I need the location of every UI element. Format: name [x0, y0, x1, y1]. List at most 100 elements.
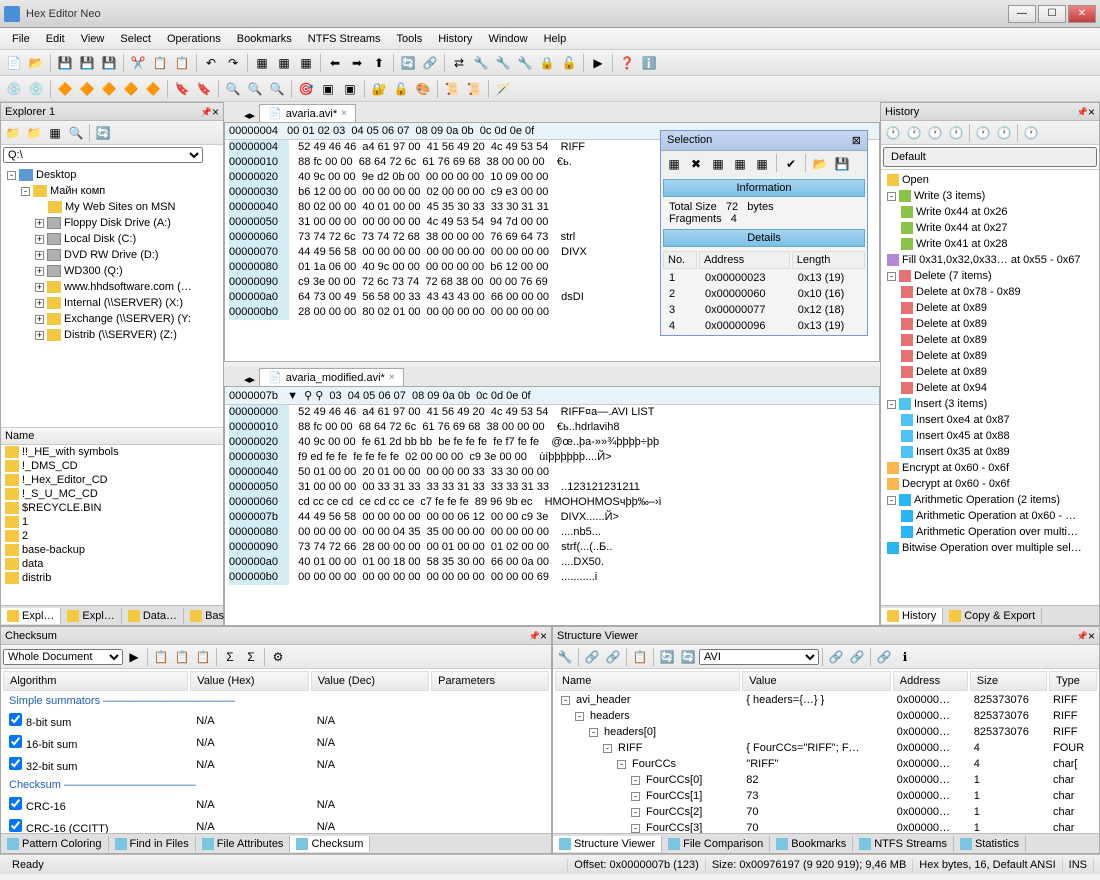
- hex-line[interactable]: 00000020 40 9c 00 00 fe 61 2d bb bb be f…: [229, 435, 875, 450]
- menu-history[interactable]: History: [430, 31, 480, 47]
- hex-line[interactable]: 0000007b 44 49 56 58 00 00 00 00 00 00 0…: [229, 510, 875, 525]
- structure-row[interactable]: - FourCCs[2]700x00000…1char: [555, 805, 1097, 819]
- hist-btn7-icon[interactable]: 🕐: [1021, 123, 1041, 143]
- exp-new-icon[interactable]: 📁: [24, 123, 44, 143]
- chk-b2-icon[interactable]: 📋: [172, 647, 192, 667]
- file-list[interactable]: !!_HE_with symbols!_DMS_CD!_Hex_Editor_C…: [1, 445, 223, 605]
- hex-line[interactable]: 00000010 88 fc 00 00 68 64 72 6c 61 76 6…: [229, 420, 875, 435]
- structure-tab[interactable]: Statistics: [954, 836, 1026, 852]
- find2-icon[interactable]: 🔍: [245, 79, 265, 99]
- sv-b8-icon[interactable]: 🔗: [847, 647, 867, 667]
- tab-close-icon[interactable]: ×: [341, 108, 347, 119]
- nav1-icon[interactable]: ⬅: [325, 53, 345, 73]
- history-item[interactable]: Delete at 0x89: [883, 300, 1097, 316]
- op5-icon[interactable]: 🔶: [143, 79, 163, 99]
- tool2-icon[interactable]: 🔧: [493, 53, 513, 73]
- file-row[interactable]: !_S_U_MC_CD: [1, 487, 223, 501]
- minimize-button[interactable]: —: [1008, 5, 1036, 23]
- structure-row[interactable]: - FourCCs"RIFF"0x00000…4char[: [555, 757, 1097, 771]
- structure-tab[interactable]: NTFS Streams: [853, 836, 954, 852]
- chk-sum2-icon[interactable]: Σ: [241, 647, 261, 667]
- structure-tab[interactable]: File Comparison: [662, 836, 770, 852]
- sel-tb1-icon[interactable]: ▦: [664, 154, 684, 174]
- exp-filter-icon[interactable]: 🔍: [66, 123, 86, 143]
- history-item[interactable]: Delete at 0x94: [883, 380, 1097, 396]
- structure-tab[interactable]: Structure Viewer: [553, 836, 662, 852]
- tree-item[interactable]: -Desktop: [3, 167, 221, 183]
- redo-icon[interactable]: ↷: [223, 53, 243, 73]
- sel-tb3-icon[interactable]: ▦: [708, 154, 728, 174]
- layout2-icon[interactable]: ▦: [274, 53, 294, 73]
- history-item[interactable]: Delete at 0x89: [883, 364, 1097, 380]
- tree-item[interactable]: +www.hhdsoftware.com (…: [3, 279, 221, 295]
- checksum-tab[interactable]: Checksum: [290, 836, 370, 852]
- play-icon[interactable]: ▶: [588, 53, 608, 73]
- sv-col[interactable]: Name: [555, 671, 740, 691]
- hist-btn4-icon[interactable]: 🕐: [946, 123, 966, 143]
- checksum-row[interactable]: CRC-16 (CCITT)N/AN/A: [3, 817, 549, 833]
- checksum-row[interactable]: 32-bit sumN/AN/A: [3, 755, 549, 775]
- unlock-icon[interactable]: 🔓: [559, 53, 579, 73]
- file-row[interactable]: !!_HE_with symbols: [1, 445, 223, 459]
- history-item[interactable]: Delete at 0x89: [883, 316, 1097, 332]
- sel-tb2-icon[interactable]: ✖: [686, 154, 706, 174]
- history-item[interactable]: Arithmetic Operation over multi…: [883, 524, 1097, 540]
- wand-icon[interactable]: 🪄: [493, 79, 513, 99]
- folder-tree[interactable]: -Desktop-Майн компMy Web Sites on MSN+Fl…: [1, 165, 223, 427]
- hex-tab-1[interactable]: 📄avaria.avi* ×: [259, 104, 356, 122]
- structure-row[interactable]: - FourCCs[1]730x00000…1char: [555, 789, 1097, 803]
- goto-icon[interactable]: 🎯: [296, 79, 316, 99]
- file-row[interactable]: !_Hex_Editor_CD: [1, 473, 223, 487]
- disk2-icon[interactable]: 💿: [26, 79, 46, 99]
- checksum-row[interactable]: 8-bit sumN/AN/A: [3, 711, 549, 731]
- history-item[interactable]: Decrypt at 0x60 - 0x6f: [883, 476, 1097, 492]
- sel-row[interactable]: 40x000000960x13 (19): [663, 319, 865, 333]
- bm2-icon[interactable]: 🔖: [194, 79, 214, 99]
- sv-b9-icon[interactable]: 🔗: [874, 647, 894, 667]
- sv-b4-icon[interactable]: 📋: [630, 647, 650, 667]
- history-tree[interactable]: Open-Write (3 items)Write 0x44 at 0x26Wr…: [881, 170, 1099, 605]
- layout3-icon[interactable]: ▦: [296, 53, 316, 73]
- menu-file[interactable]: File: [4, 31, 38, 47]
- sel-col[interactable]: Length: [792, 251, 865, 269]
- structure-row[interactable]: - headers[0]0x00000…825373076RIFF: [555, 725, 1097, 739]
- sel-icon[interactable]: ▣: [318, 79, 338, 99]
- pin-icon[interactable]: [1077, 630, 1088, 642]
- help-icon[interactable]: ❓: [617, 53, 637, 73]
- pin-icon[interactable]: [529, 630, 540, 642]
- sv-b3-icon[interactable]: 🔗: [603, 647, 623, 667]
- op2-icon[interactable]: 🔶: [77, 79, 97, 99]
- tree-item[interactable]: +Distrib (\\SERVER) (Z:): [3, 327, 221, 343]
- sel-tb4-icon[interactable]: ▦: [730, 154, 750, 174]
- chk-sum-icon[interactable]: Σ: [220, 647, 240, 667]
- maximize-button[interactable]: ☐: [1038, 5, 1066, 23]
- close-panel-icon[interactable]: [1088, 105, 1095, 119]
- sv-col[interactable]: Size: [970, 671, 1047, 691]
- close-panel-icon[interactable]: [1088, 629, 1095, 643]
- exp-view-icon[interactable]: ▦: [45, 123, 65, 143]
- save-icon[interactable]: 💾: [55, 53, 75, 73]
- sel-tb5-icon[interactable]: ▦: [752, 154, 772, 174]
- close-panel-icon[interactable]: [212, 105, 219, 119]
- hist-btn3-icon[interactable]: 🕐: [925, 123, 945, 143]
- cut-icon[interactable]: ✂️: [128, 53, 148, 73]
- tree-item[interactable]: -Майн комп: [3, 183, 221, 199]
- tree-item[interactable]: +Exchange (\\SERVER) (Y:: [3, 311, 221, 327]
- chk-checkbox[interactable]: [9, 713, 22, 726]
- find-icon[interactable]: 🔍: [223, 79, 243, 99]
- selection-window[interactable]: Selection ⊠ ▦ ✖ ▦ ▦ ▦ ✔ 📂 💾 Information …: [660, 130, 868, 336]
- sel-tb7-icon[interactable]: 📂: [810, 154, 830, 174]
- sel-row[interactable]: 30x000000770x12 (18): [663, 303, 865, 317]
- script-icon[interactable]: 📜: [442, 79, 462, 99]
- open-icon[interactable]: 📂: [26, 53, 46, 73]
- menu-window[interactable]: Window: [480, 31, 535, 47]
- history-item[interactable]: Insert 0xe4 at 0x87: [883, 412, 1097, 428]
- tree-item[interactable]: +WD300 (Q:): [3, 263, 221, 279]
- tab-nav-icon[interactable]: ◂▸: [244, 109, 255, 122]
- file-row[interactable]: 2: [1, 529, 223, 543]
- history-item[interactable]: Delete at 0x89: [883, 348, 1097, 364]
- selection-close-icon[interactable]: ⊠: [852, 134, 861, 147]
- sel-row[interactable]: 20x000000600x10 (16): [663, 287, 865, 301]
- menu-bookmarks[interactable]: Bookmarks: [229, 31, 300, 47]
- file-row[interactable]: base-backup: [1, 543, 223, 557]
